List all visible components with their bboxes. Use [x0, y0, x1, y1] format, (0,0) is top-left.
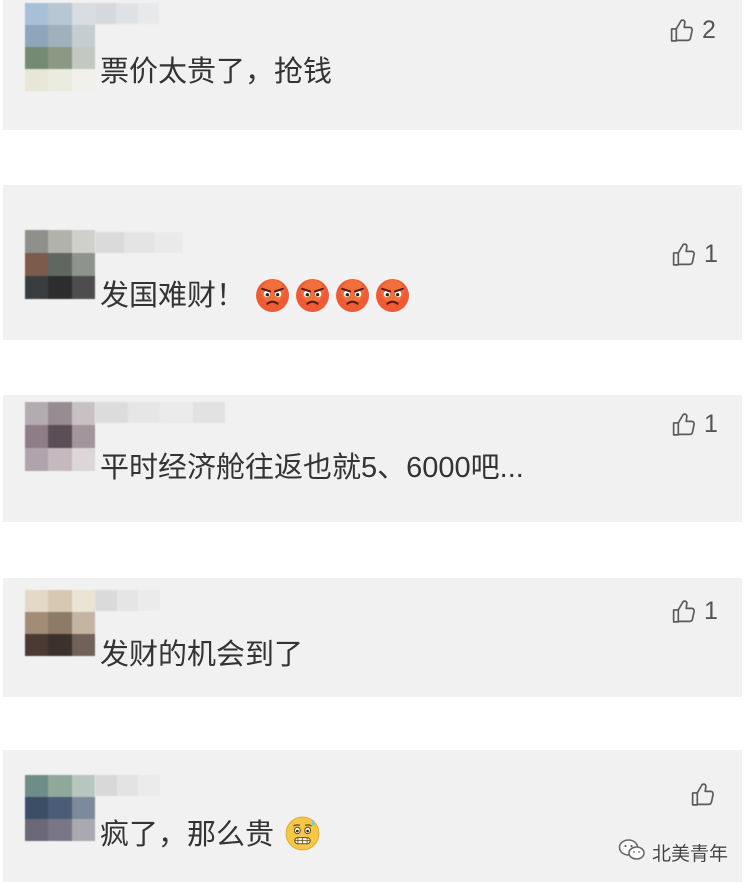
thumbs-up-icon — [670, 411, 697, 438]
comment-text: 发财的机会到了 — [100, 639, 304, 671]
watermark: 北美青年 — [618, 838, 728, 867]
avatar — [25, 402, 95, 471]
emoji-row — [255, 278, 410, 313]
emoji-row — [285, 816, 320, 851]
like-count: 1 — [704, 240, 718, 268]
angry-face-icon — [255, 278, 290, 313]
comment-card: 发国难财！ 1 — [3, 185, 742, 340]
like-count: 1 — [704, 597, 718, 625]
watermark-text: 北美青年 — [652, 844, 729, 865]
thumbs-up-icon — [670, 598, 697, 625]
username-blurred — [95, 775, 161, 796]
like-count: 1 — [704, 410, 718, 438]
like-button[interactable]: 2 — [668, 16, 716, 45]
comment-card: 发财的机会到了 1 — [3, 578, 742, 697]
thumbs-up-icon — [668, 17, 695, 44]
grimace-sweat-face-icon — [285, 816, 320, 851]
username-blurred — [95, 232, 183, 253]
comment-text: 疯了，那么贵 — [100, 819, 275, 851]
like-button[interactable]: 1 — [670, 240, 718, 269]
wechat-icon — [618, 838, 646, 867]
thumbs-up-icon — [689, 781, 716, 808]
avatar — [25, 775, 95, 841]
avatar — [25, 590, 95, 656]
comment-text: 票价太贵了，抢钱 — [100, 56, 333, 88]
comment-card: 票价太贵了，抢钱 2 — [3, 0, 742, 130]
thumbs-up-icon — [670, 241, 697, 268]
angry-face-icon — [295, 278, 330, 313]
username-blurred — [95, 3, 159, 24]
comment-text: 发国难财！ — [100, 280, 246, 312]
angry-face-icon — [335, 278, 370, 313]
like-button[interactable]: 1 — [670, 410, 718, 439]
avatar — [25, 230, 95, 299]
username-blurred — [95, 590, 161, 611]
username-blurred — [95, 402, 225, 423]
angry-face-icon — [375, 278, 410, 313]
avatar — [25, 3, 95, 91]
like-button[interactable] — [689, 781, 716, 808]
like-count: 2 — [702, 16, 716, 44]
comment-card: 平时经济舱往返也就5、6000吧... 1 — [3, 395, 742, 522]
like-button[interactable]: 1 — [670, 597, 718, 626]
comment-text: 平时经济舱往返也就5、6000吧... — [100, 452, 524, 484]
